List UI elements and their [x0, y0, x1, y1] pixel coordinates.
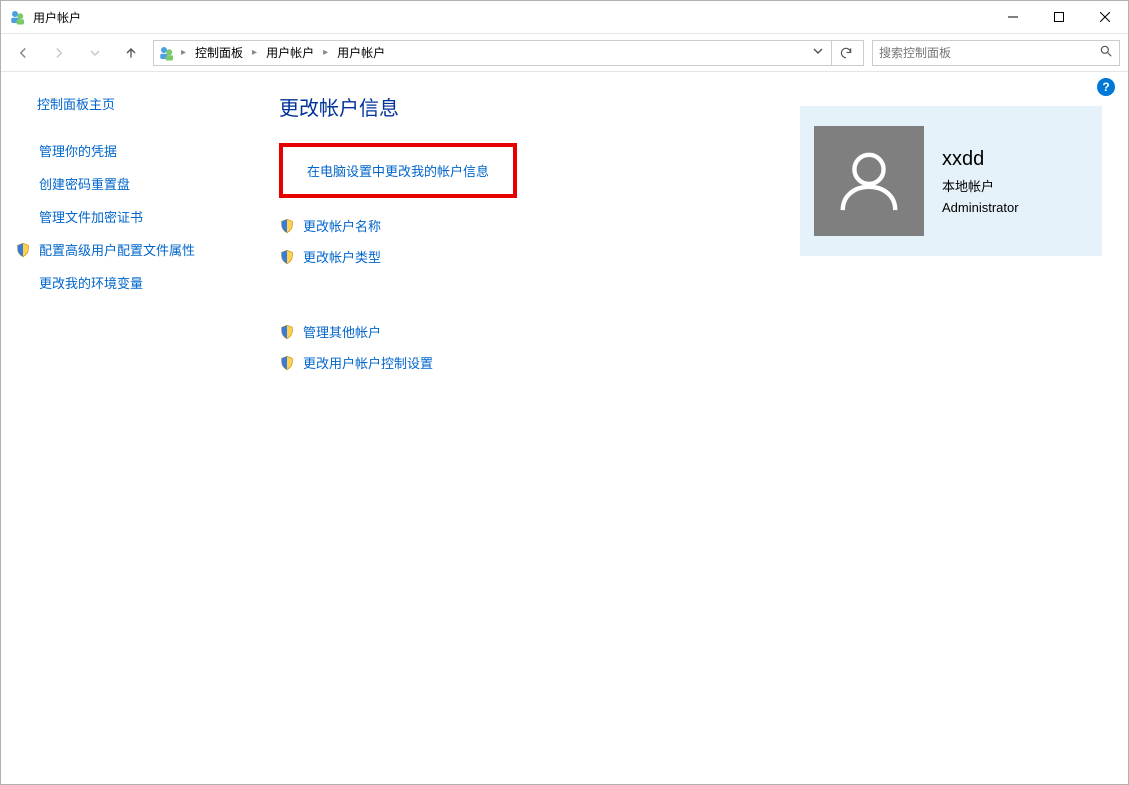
navigation-bar: ▸ 控制面板 ▸ 用户帐户 ▸ 用户帐户 搜索控制面板 — [1, 34, 1128, 72]
search-input[interactable]: 搜索控制面板 — [872, 40, 1120, 66]
action-manage-other-accounts[interactable]: 管理其他帐户 — [279, 322, 1112, 341]
window-titlebar: 用户帐户 — [1, 1, 1128, 34]
sidebar-home-link[interactable]: 控制面板主页 — [37, 94, 249, 113]
breadcrumb-item[interactable]: 用户帐户 — [333, 42, 389, 63]
sidebar-link-configure-profile[interactable]: 配置高级用户配置文件属性 — [37, 240, 249, 259]
titlebar-left: 用户帐户 — [9, 8, 81, 26]
maximize-button[interactable] — [1036, 1, 1082, 33]
sidebar-link-change-env-vars[interactable]: 更改我的环境变量 — [37, 273, 249, 292]
action-label: 更改用户帐户控制设置 — [303, 353, 433, 372]
sidebar-link-label: 管理文件加密证书 — [39, 207, 143, 226]
sidebar-link-manage-encrypt-certs[interactable]: 管理文件加密证书 — [37, 207, 249, 226]
sidebar-link-manage-credentials[interactable]: 管理你的凭据 — [37, 141, 249, 160]
address-bar-icon — [158, 44, 176, 62]
main-panel: 更改帐户信息 在电脑设置中更改我的帐户信息 更改帐户名称 更改帐户类型 管理其他… — [261, 72, 1128, 400]
action-label: 管理其他帐户 — [303, 322, 381, 341]
chevron-right-icon[interactable]: ▸ — [320, 47, 331, 58]
sidebar-link-label: 管理你的凭据 — [39, 141, 117, 160]
address-history-dropdown[interactable] — [809, 46, 827, 59]
address-bar[interactable]: ▸ 控制面板 ▸ 用户帐户 ▸ 用户帐户 — [153, 40, 864, 66]
back-button[interactable] — [9, 39, 37, 67]
sidebar-link-label: 配置高级用户配置文件属性 — [39, 240, 195, 259]
current-user-card: xxdd 本地帐户 Administrator — [800, 106, 1102, 256]
window-title: 用户帐户 — [33, 9, 81, 26]
chevron-right-icon[interactable]: ▸ — [249, 47, 260, 58]
user-meta: xxdd 本地帐户 Administrator — [942, 143, 1019, 219]
shield-icon — [279, 355, 295, 371]
content-area: 控制面板主页 管理你的凭据 创建密码重置盘 管理文件加密证书 配置高级用户配置文… — [1, 72, 1128, 400]
search-icon[interactable] — [1099, 44, 1113, 61]
minimize-button[interactable] — [990, 1, 1036, 33]
search-placeholder: 搜索控制面板 — [879, 44, 1099, 61]
address-bar-right — [809, 41, 859, 65]
highlighted-action: 在电脑设置中更改我的帐户信息 — [279, 143, 517, 198]
action-change-uac[interactable]: 更改用户帐户控制设置 — [279, 353, 1112, 372]
shield-icon — [279, 324, 295, 340]
refresh-button[interactable] — [831, 41, 859, 65]
sidebar-link-label: 更改我的环境变量 — [39, 273, 143, 292]
forward-button[interactable] — [45, 39, 73, 67]
chevron-right-icon[interactable]: ▸ — [178, 47, 189, 58]
user-account-type: 本地帐户 — [942, 177, 1019, 198]
up-button[interactable] — [117, 39, 145, 67]
user-privilege: Administrator — [942, 198, 1019, 219]
sidebar: 控制面板主页 管理你的凭据 创建密码重置盘 管理文件加密证书 配置高级用户配置文… — [1, 72, 261, 400]
user-accounts-app-icon — [9, 8, 27, 26]
close-button[interactable] — [1082, 1, 1128, 33]
action-label: 更改帐户名称 — [303, 216, 381, 235]
action-label: 更改帐户类型 — [303, 247, 381, 266]
shield-icon — [279, 249, 295, 265]
shield-icon — [15, 242, 33, 258]
sidebar-link-create-reset-disk[interactable]: 创建密码重置盘 — [37, 174, 249, 193]
user-name: xxdd — [942, 143, 1019, 175]
window-controls — [990, 1, 1128, 33]
breadcrumb-item[interactable]: 用户帐户 — [262, 42, 318, 63]
recent-locations-dropdown[interactable] — [81, 39, 109, 67]
sidebar-link-label: 创建密码重置盘 — [39, 174, 130, 193]
breadcrumb-item[interactable]: 控制面板 — [191, 42, 247, 63]
user-avatar — [814, 126, 924, 236]
shield-icon — [279, 218, 295, 234]
link-change-in-settings[interactable]: 在电脑设置中更改我的帐户信息 — [307, 164, 489, 179]
